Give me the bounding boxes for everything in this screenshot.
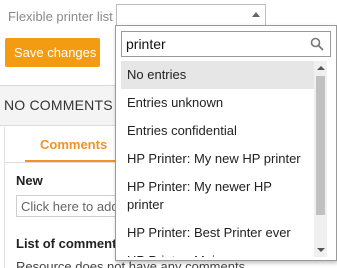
dropdown-option[interactable]: HP Printer: Moin — [121, 247, 314, 257]
new-comment-input[interactable] — [16, 195, 126, 217]
dropdown-option[interactable]: HP Printer: My new HP printer — [121, 145, 314, 173]
dropdown-option[interactable]: Entries confidential — [121, 117, 314, 145]
printer-list-select[interactable] — [116, 4, 266, 26]
dropdown-option[interactable]: HP Printer: My newer HP printer — [121, 173, 314, 219]
save-changes-button[interactable]: Save changes — [5, 38, 100, 67]
scroll-down-icon[interactable] — [317, 248, 325, 252]
printer-list-label: Flexible printer list — [8, 9, 113, 24]
new-comment-label: New — [16, 173, 43, 188]
scrollbar-thumb[interactable] — [316, 76, 325, 215]
dropdown-search-box[interactable] — [121, 31, 331, 57]
printer-dropdown: No entries Entries unknown Entries confi… — [115, 25, 337, 261]
scroll-up-icon[interactable] — [317, 66, 325, 70]
comments-list-label: List of comments — [16, 236, 124, 251]
dropdown-option[interactable]: No entries — [121, 61, 314, 89]
dropdown-option[interactable]: Entries unknown — [121, 89, 314, 117]
search-icon — [310, 37, 324, 51]
tab-comments[interactable]: Comments — [40, 137, 107, 152]
dropdown-search-input[interactable] — [122, 32, 306, 56]
dropdown-options: No entries Entries unknown Entries confi… — [121, 61, 314, 257]
dropdown-option[interactable]: HP Printer: Best Printer ever — [121, 219, 314, 247]
dropdown-scrollbar[interactable] — [314, 61, 327, 257]
chevron-up-icon[interactable] — [252, 12, 260, 17]
